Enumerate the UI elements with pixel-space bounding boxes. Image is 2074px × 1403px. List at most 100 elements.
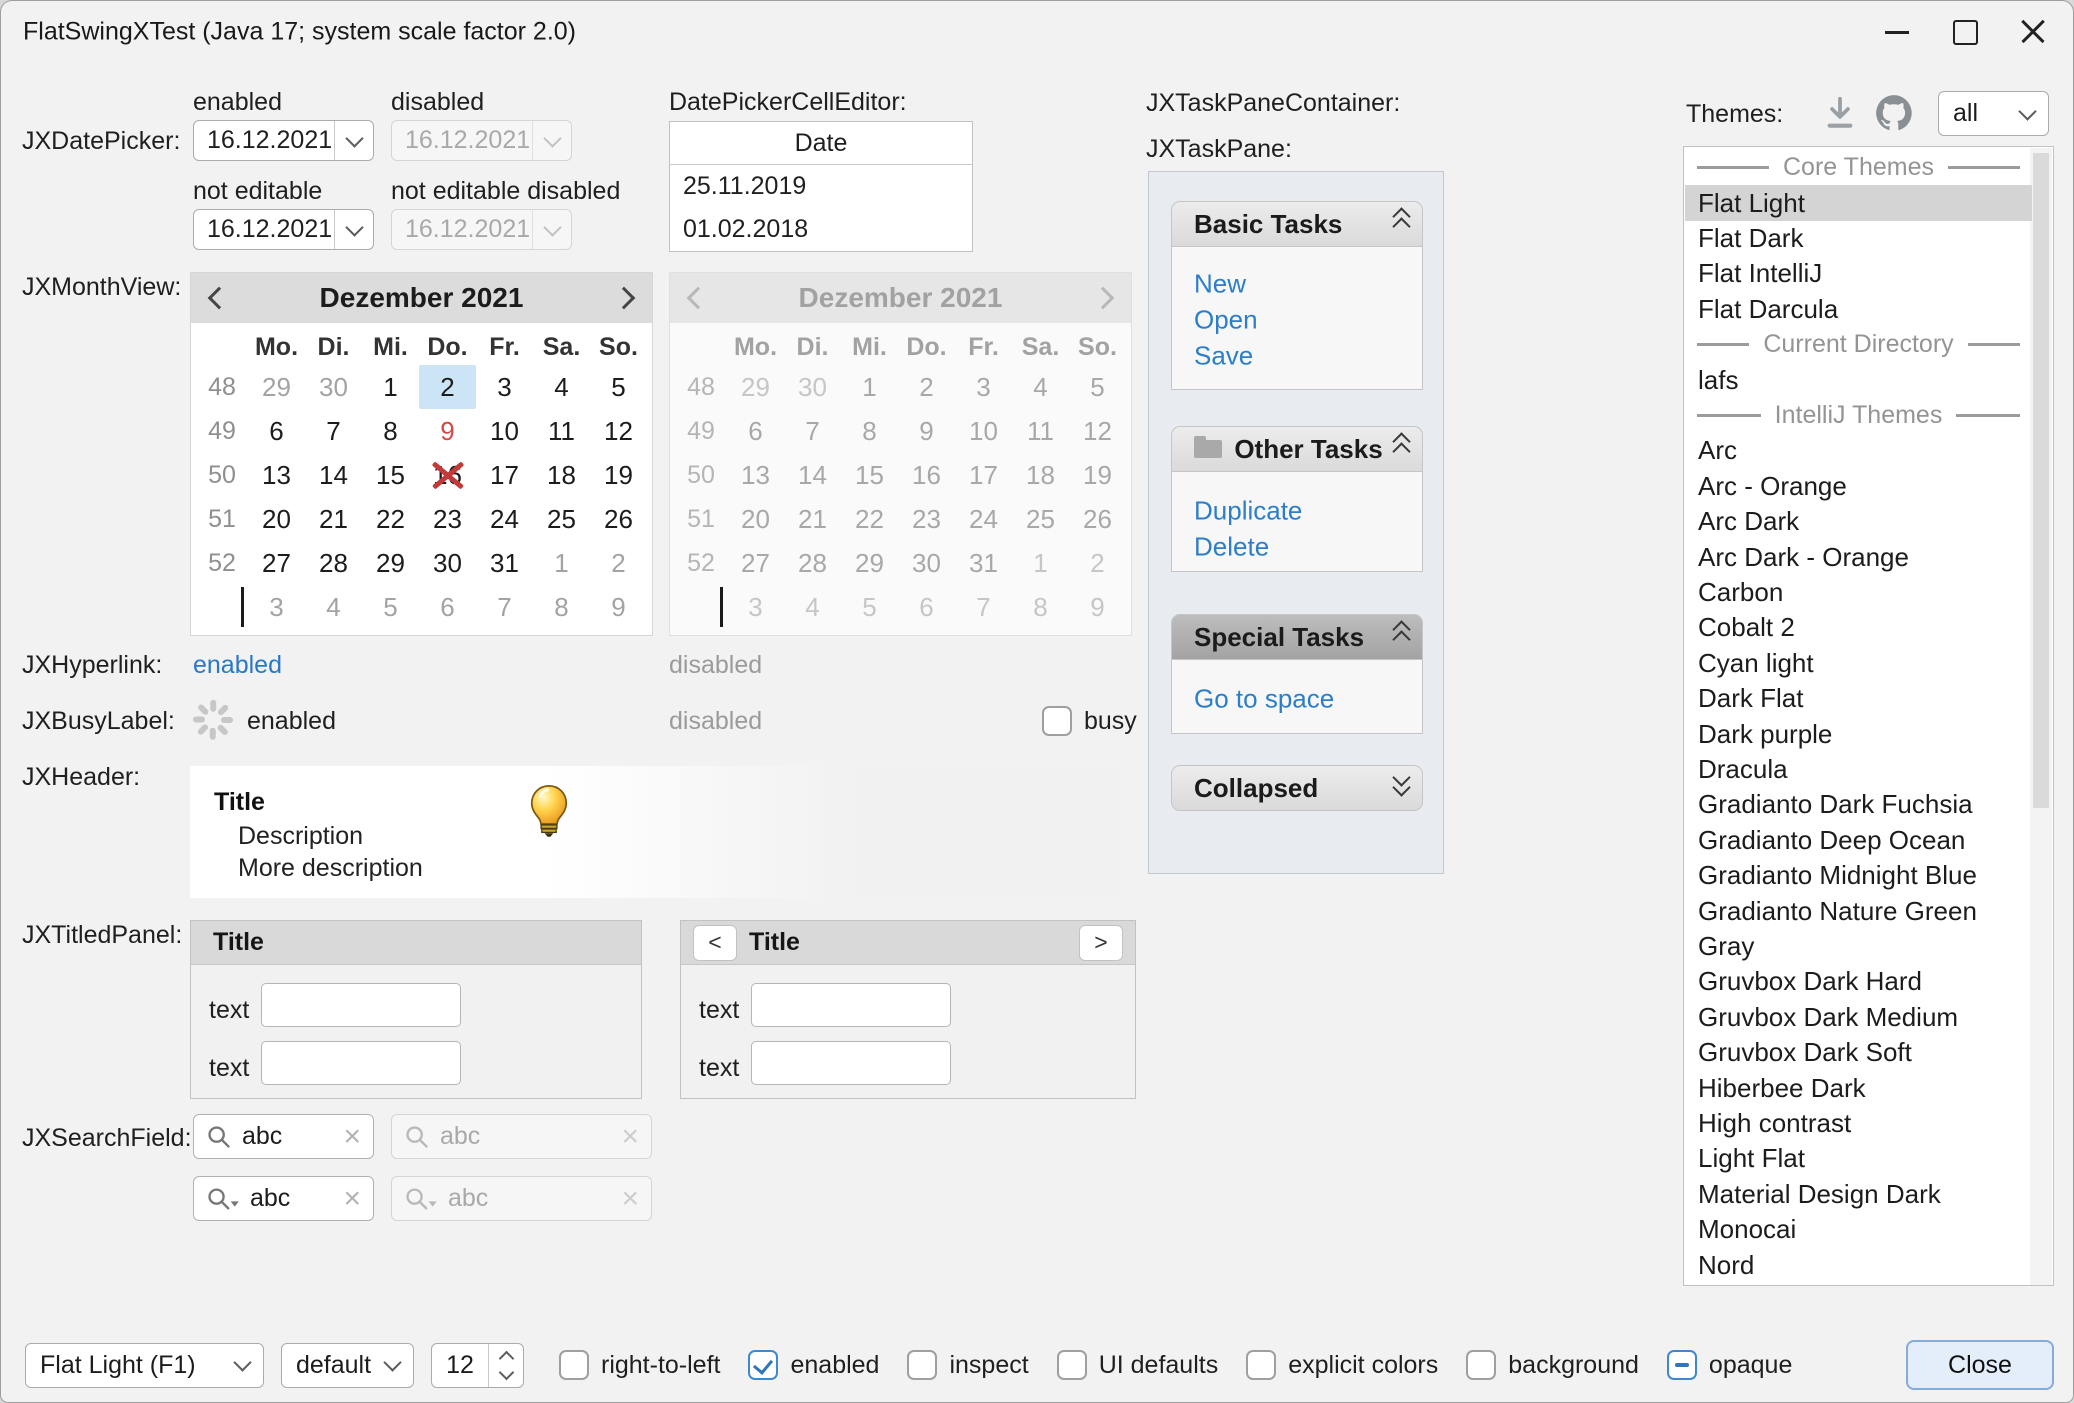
taskpane-group-header[interactable]: Other Tasks: [1171, 426, 1423, 472]
checkbox-box[interactable]: [1466, 1350, 1496, 1380]
datepicker-value[interactable]: 16.12.2021: [194, 210, 334, 249]
toolbar-checkbox-ui-defaults[interactable]: UI defaults: [1057, 1350, 1219, 1380]
calendar-day-cell[interactable]: 15: [362, 453, 419, 497]
calendar-day-cell[interactable]: 10: [476, 409, 533, 453]
calendar-day-cell[interactable]: 11: [533, 409, 590, 453]
lookandfeel-combo[interactable]: Flat Light (F1): [25, 1343, 264, 1388]
calendar-day-cell[interactable]: 8: [362, 409, 419, 453]
datepicker-dropdown-button[interactable]: [334, 121, 373, 160]
calendar-day-cell[interactable]: 25: [533, 497, 590, 541]
calendar-day-cell[interactable]: 17: [476, 453, 533, 497]
taskpane-link[interactable]: Delete: [1194, 532, 1269, 563]
close-window-button[interactable]: [1999, 1, 2067, 63]
theme-list-item[interactable]: Flat Dark: [1685, 221, 2032, 256]
collapse-chevron-icon[interactable]: [1395, 439, 1408, 459]
text-input[interactable]: [261, 983, 461, 1027]
theme-list-item[interactable]: Flat Light: [1685, 185, 2032, 220]
theme-list-item[interactable]: Dracula: [1685, 752, 2032, 787]
calendar-day-cell[interactable]: 7: [476, 585, 533, 629]
calendar-day-cell[interactable]: 9: [419, 409, 476, 453]
close-button[interactable]: Close: [1906, 1340, 2054, 1390]
scrollbar-thumb[interactable]: [2033, 153, 2049, 808]
calendar-prev-button[interactable]: [191, 290, 247, 306]
calendar-day-cell[interactable]: 5: [362, 585, 419, 629]
calendar-day-cell[interactable]: 3: [476, 365, 533, 409]
theme-list-item[interactable]: Cyan light: [1685, 646, 2032, 681]
theme-list-item[interactable]: Gruvbox Dark Soft: [1685, 1035, 2032, 1070]
checkbox-box[interactable]: [1246, 1350, 1276, 1380]
themes-filter-combo[interactable]: all: [1938, 91, 2049, 136]
table-row[interactable]: 01.02.2018: [670, 208, 972, 251]
toolbar-checkbox-background[interactable]: background: [1466, 1350, 1639, 1380]
calendar-day-cell[interactable]: 21: [305, 497, 362, 541]
taskpane-group-header[interactable]: Special Tasks: [1171, 614, 1423, 660]
maximize-button[interactable]: [1931, 1, 1999, 63]
text-input[interactable]: [261, 1041, 461, 1085]
calendar-day-cell[interactable]: 14: [305, 453, 362, 497]
calendar-day-cell[interactable]: 23: [419, 497, 476, 541]
calendar-next-button[interactable]: [596, 290, 652, 306]
theme-list-item[interactable]: Arc Dark: [1685, 504, 2032, 539]
theme-list-item[interactable]: Arc: [1685, 433, 2032, 468]
search-input[interactable]: abc: [242, 1122, 333, 1151]
theme-list-item[interactable]: Carbon: [1685, 575, 2032, 610]
theme-list-item[interactable]: Monocai: [1685, 1212, 2032, 1247]
search-field-enabled[interactable]: abc ×: [193, 1114, 374, 1159]
calendar-day-cell[interactable]: 9: [590, 585, 647, 629]
toolbar-checkbox-right-to-left[interactable]: right-to-left: [559, 1350, 720, 1380]
checkbox-box[interactable]: [1667, 1350, 1697, 1380]
theme-list-item[interactable]: Hiberbee Dark: [1685, 1070, 2032, 1105]
theme-list-item[interactable]: Light Flat: [1685, 1141, 2032, 1176]
theme-list-item[interactable]: Flat Darcula: [1685, 292, 2032, 327]
theme-list-item[interactable]: Gradianto Deep Ocean: [1685, 823, 2032, 858]
checkbox-box[interactable]: [559, 1350, 589, 1380]
calendar-day-cell[interactable]: 6: [248, 409, 305, 453]
theme-list-item[interactable]: Gradianto Midnight Blue: [1685, 858, 2032, 893]
toolbar-checkbox-inspect[interactable]: inspect: [907, 1350, 1028, 1380]
taskpane-link[interactable]: Open: [1194, 305, 1258, 336]
calendar-day-cell[interactable]: 4: [305, 585, 362, 629]
calendar-day-cell[interactable]: 1: [533, 541, 590, 585]
checkbox-box[interactable]: [1057, 1350, 1087, 1380]
datepicker-enabled[interactable]: 16.12.2021: [193, 120, 374, 161]
datepicker-dropdown-button[interactable]: [334, 210, 373, 249]
calendar-day-cell[interactable]: 24: [476, 497, 533, 541]
taskpane-link[interactable]: Go to space: [1194, 684, 1334, 715]
calendar-day-cell[interactable]: 3: [248, 585, 305, 629]
calendar-day-cell[interactable]: 7: [305, 409, 362, 453]
calendar-day-cell[interactable]: 5: [590, 365, 647, 409]
checkbox-box[interactable]: [907, 1350, 937, 1380]
theme-list-item[interactable]: Nord: [1685, 1247, 2032, 1282]
calendar-day-cell[interactable]: 1: [362, 365, 419, 409]
clear-icon[interactable]: ×: [343, 1122, 361, 1152]
calendar-day-cell[interactable]: 19: [590, 453, 647, 497]
taskpane-link[interactable]: Save: [1194, 341, 1253, 372]
calendar-day-cell[interactable]: 29: [248, 365, 305, 409]
datepicker-not-editable[interactable]: 16.12.2021: [193, 209, 374, 250]
taskpane-link[interactable]: New: [1194, 269, 1246, 300]
hyperlink-enabled[interactable]: enabled: [193, 651, 282, 680]
toolbar-checkbox-opaque[interactable]: opaque: [1667, 1350, 1792, 1380]
calendar-day-cell[interactable]: 27: [248, 541, 305, 585]
theme-list-item[interactable]: Gruvbox Dark Medium: [1685, 1000, 2032, 1035]
calendar-day-cell[interactable]: 30: [305, 365, 362, 409]
calendar-day-cell[interactable]: 2: [590, 541, 647, 585]
taskpane-group-header[interactable]: Collapsed: [1171, 765, 1423, 811]
titled-panel-prev-button[interactable]: <: [693, 925, 737, 961]
spinner-buttons[interactable]: [488, 1344, 523, 1387]
taskpane-group-header[interactable]: Basic Tasks: [1171, 201, 1423, 247]
minimize-button[interactable]: [1863, 1, 1931, 63]
collapse-chevron-icon[interactable]: [1395, 627, 1408, 647]
calendar-day-cell[interactable]: 8: [533, 585, 590, 629]
calendar-day-cell[interactable]: 13: [248, 453, 305, 497]
theme-list-item[interactable]: High contrast: [1685, 1106, 2032, 1141]
github-icon[interactable]: [1873, 92, 1915, 134]
theme-list-item[interactable]: Dark purple: [1685, 716, 2032, 751]
taskpane-link[interactable]: Duplicate: [1194, 496, 1302, 527]
theme-list-item[interactable]: Dark Flat: [1685, 681, 2032, 716]
theme-list-item[interactable]: Arc Dark - Orange: [1685, 539, 2032, 574]
datepicker-value[interactable]: 16.12.2021: [194, 121, 334, 160]
calendar-day-cell[interactable]: 22: [362, 497, 419, 541]
theme-list-item[interactable]: Material Design Dark: [1685, 1177, 2032, 1212]
calendar-day-cell[interactable]: 31: [476, 541, 533, 585]
